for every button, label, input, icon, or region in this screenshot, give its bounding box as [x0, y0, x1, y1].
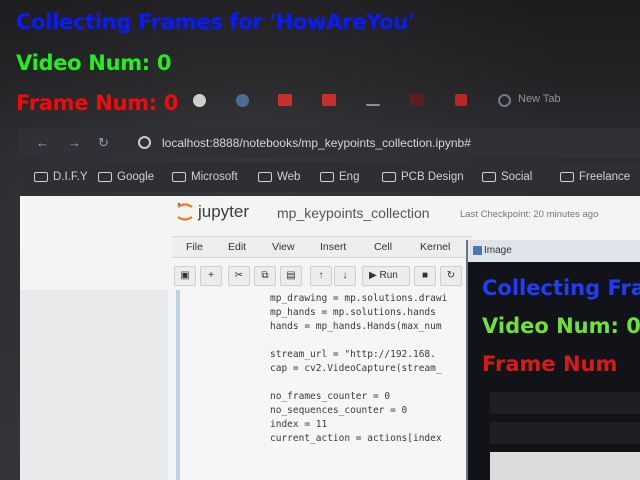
folder-icon [34, 172, 48, 182]
tab-favicon-icon[interactable] [410, 94, 424, 106]
download-icon[interactable] [366, 94, 380, 106]
notebook-name[interactable]: mp_keypoints_collection [277, 205, 430, 221]
image-window-title: Image [484, 245, 512, 256]
run-label: Run [379, 270, 398, 281]
bookmark-label: Web [277, 171, 301, 183]
collecting-frames-title: Collecting Frames for 'HowAreYou' [16, 10, 415, 34]
code-cell[interactable] [176, 290, 476, 480]
bookmark-item[interactable]: Social [482, 171, 532, 183]
bookmark-item[interactable]: Microsoft [172, 171, 238, 183]
folder-icon [98, 172, 112, 182]
back-icon[interactable]: ← [36, 135, 49, 150]
forward-icon[interactable]: → [68, 135, 81, 150]
bookmark-label: Google [117, 171, 155, 183]
menu-edit[interactable]: Edit [228, 241, 246, 253]
bookmark-item[interactable]: Freelance [560, 171, 630, 183]
menu-file[interactable]: File [186, 241, 203, 253]
new-tab-label[interactable]: New Tab [518, 93, 561, 105]
code-line[interactable]: cap = cv2.VideoCapture(stream_ [270, 363, 442, 374]
inner-collecting-text: Collecting Fra [482, 276, 640, 300]
code-line[interactable]: no_frames_counter = 0 [270, 391, 390, 402]
site-info-icon[interactable] [138, 136, 151, 149]
jupyter-logo-text[interactable]: jupyter [198, 202, 249, 222]
code-line[interactable]: mp_drawing = mp.solutions.drawi [270, 293, 447, 304]
restart-icon[interactable]: ↻ [440, 266, 462, 286]
video-num-text: Video Num: 0 [16, 51, 172, 75]
bookmark-item[interactable]: Google [98, 171, 154, 183]
bookmark-item[interactable]: PCB Design [382, 171, 464, 183]
code-line[interactable]: no_sequences_counter = 0 [270, 405, 407, 416]
frame-num-text: Frame Num: 0 [16, 91, 179, 115]
add-cell-icon[interactable]: + [200, 266, 222, 286]
bookmark-item[interactable]: D.I.F.Y [34, 171, 88, 183]
checkpoint-status: Last Checkpoint: 20 minutes ago [460, 209, 599, 220]
bookmark-label: PCB Design [401, 171, 464, 183]
move-up-icon[interactable]: ↑ [310, 266, 332, 286]
inner-frame-num-text: Frame Num [482, 352, 618, 376]
youtube-icon[interactable] [322, 94, 336, 106]
copy-icon[interactable]: ⧉ [254, 266, 276, 286]
bookmark-label: Eng [339, 171, 360, 183]
window-app-icon [473, 246, 482, 255]
inner-video-num-text: Video Num: 0 [482, 314, 640, 338]
code-line[interactable]: index = 11 [270, 419, 327, 430]
globe-icon[interactable] [498, 94, 511, 107]
inner-page [490, 452, 640, 480]
reload-icon[interactable]: ↻ [98, 135, 109, 151]
menu-insert[interactable]: Insert [320, 241, 346, 253]
bookmark-label: Social [501, 171, 533, 183]
code-line[interactable]: current_action = actions[index [270, 433, 442, 444]
tab-favicon-icon[interactable] [455, 94, 467, 106]
bookmark-label: D.I.F.Y [53, 171, 88, 183]
bookmark-item[interactable]: Eng [320, 171, 359, 183]
github-icon[interactable] [193, 94, 206, 107]
menu-view[interactable]: View [272, 241, 295, 253]
inner-bookmarks-bar [490, 422, 640, 444]
cut-icon[interactable]: ✂ [228, 266, 250, 286]
bookmark-label: Microsoft [191, 171, 238, 183]
jupyter-logo-icon [177, 202, 193, 221]
save-icon[interactable]: ▣ [174, 266, 196, 286]
folder-icon [258, 172, 272, 182]
bookmark-label: Freelance [579, 171, 631, 183]
inner-toolbar [490, 392, 640, 414]
tab-favicon-icon[interactable] [236, 94, 249, 107]
youtube-icon[interactable] [278, 94, 292, 106]
folder-icon [382, 172, 396, 182]
stop-icon[interactable]: ■ [414, 266, 436, 286]
menu-kernel[interactable]: Kernel [420, 241, 450, 253]
run-button[interactable]: ▶ Run [362, 266, 410, 286]
code-line[interactable]: stream_url = "http://192.168. [270, 349, 436, 360]
paste-icon[interactable]: ▤ [280, 266, 302, 286]
folder-icon [320, 172, 334, 182]
code-line[interactable]: hands = mp_hands.Hands(max_num [270, 321, 442, 332]
folder-icon [172, 172, 186, 182]
address-bar[interactable]: localhost:8888/notebooks/mp_keypoints_co… [162, 136, 471, 150]
folder-icon [482, 172, 496, 182]
bookmark-item[interactable]: Web [258, 171, 300, 183]
move-down-icon[interactable]: ↓ [334, 266, 356, 286]
menu-cell[interactable]: Cell [374, 241, 392, 253]
folder-icon [560, 172, 574, 182]
left-panel [20, 290, 168, 480]
code-line[interactable]: mp_hands = mp.solutions.hands [270, 307, 436, 318]
